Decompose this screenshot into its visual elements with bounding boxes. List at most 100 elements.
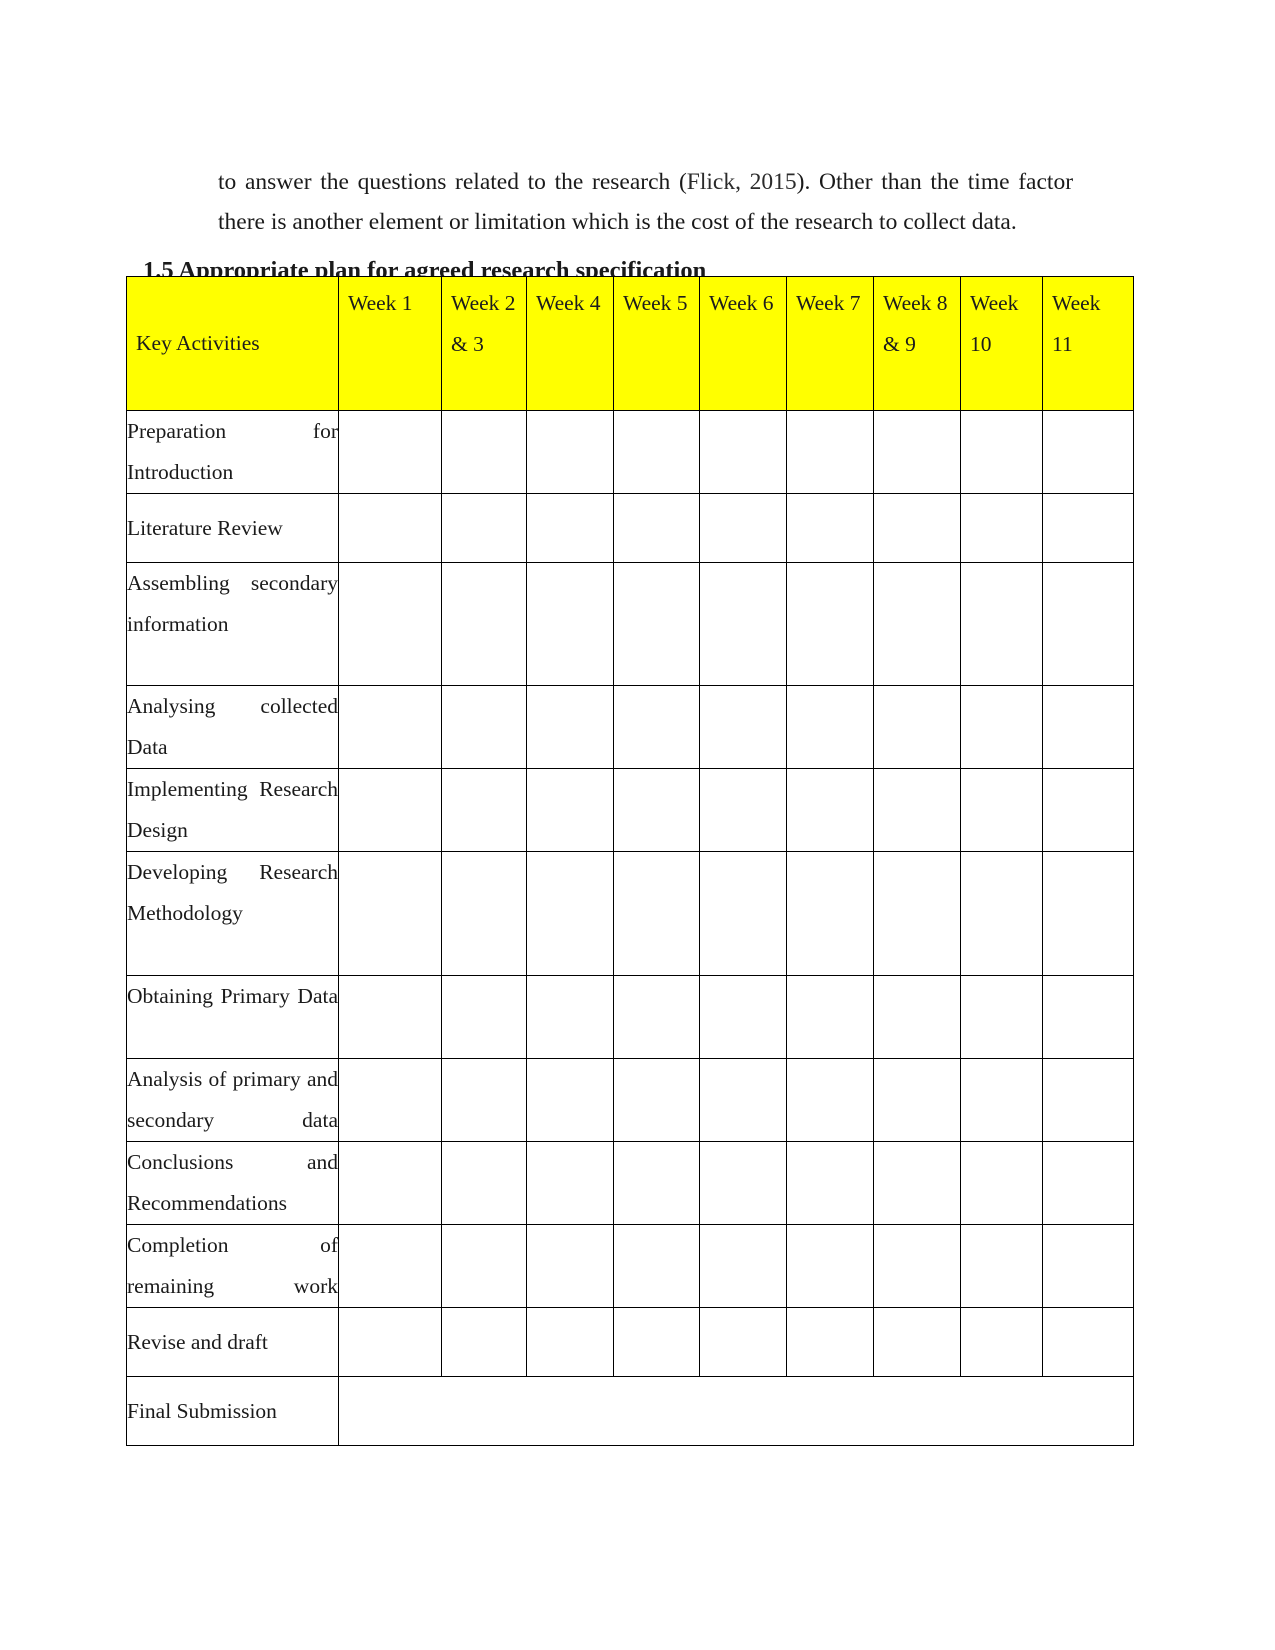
gantt-empty-cell	[786, 685, 874, 769]
gantt-empty-cell	[526, 1058, 614, 1142]
header-label-week-10: Week 10	[970, 291, 1019, 356]
gantt-empty-cell	[699, 1307, 787, 1377]
gantt-empty-cell	[338, 562, 442, 686]
gantt-empty-cell	[613, 1307, 700, 1377]
gantt-empty-cell	[960, 768, 1043, 852]
activity-label-cell: Implementing Research Design	[126, 768, 339, 852]
gantt-empty-cell	[699, 410, 787, 494]
gantt-empty-cell	[873, 1141, 961, 1225]
gantt-empty-cell	[786, 562, 874, 686]
activity-label: Completion of remaining work	[127, 1233, 338, 1298]
header-label-week-4: Week 4	[536, 291, 601, 315]
gantt-bar-cell	[338, 410, 442, 494]
gantt-empty-cell	[338, 1058, 442, 1142]
gantt-empty-cell	[338, 1224, 442, 1308]
gantt-empty-cell	[613, 851, 700, 976]
gantt-empty-cell	[960, 851, 1043, 976]
activity-label-cell: Completion of remaining work	[126, 1224, 339, 1308]
activity-label: Conclusions and Recommendations	[127, 1150, 338, 1215]
gantt-empty-cell	[441, 975, 527, 1059]
paragraph-text-before-citation: to answer the questions related to the r…	[218, 168, 687, 195]
gantt-empty-cell	[441, 562, 527, 686]
header-cell-week-5: Week 5	[613, 276, 700, 411]
table-row: Analysis of primary and secondary data	[126, 1058, 1134, 1142]
gantt-bar-cell	[1042, 1224, 1134, 1308]
header-cell-week-4: Week 4	[526, 276, 614, 411]
gantt-empty-cell	[786, 768, 874, 852]
gantt-empty-cell	[613, 493, 700, 563]
header-cell-week-8-9: Week 8 & 9	[873, 276, 961, 411]
activity-label-cell: Assembling secondary information	[126, 562, 339, 686]
activity-label-cell: Final Submission	[126, 1376, 339, 1446]
gantt-empty-cell	[873, 768, 961, 852]
gantt-empty-cell	[526, 1224, 614, 1308]
activity-label-cell: Conclusions and Recommendations	[126, 1141, 339, 1225]
header-cell-week-7: Week 7	[786, 276, 874, 411]
gantt-empty-cell	[338, 1307, 442, 1377]
gantt-empty-cell	[1042, 562, 1134, 686]
gantt-empty-cell	[786, 410, 874, 494]
gantt-bar-cell	[960, 1141, 1043, 1225]
header-label-week-8-9: Week 8 & 9	[883, 291, 948, 356]
table-row: Implementing Research Design	[126, 768, 1134, 852]
gantt-empty-cell	[786, 1307, 874, 1377]
gantt-empty-cell	[613, 768, 700, 852]
gantt-empty-cell	[1042, 493, 1134, 563]
gantt-empty-cell	[960, 685, 1043, 769]
gantt-empty-cell	[441, 1224, 527, 1308]
gantt-empty-cell	[526, 1141, 614, 1225]
gantt-empty-cell	[873, 685, 961, 769]
gantt-empty-cell	[873, 562, 961, 686]
gantt-empty-cell	[441, 685, 527, 769]
gantt-empty-cell	[699, 562, 787, 686]
gantt-empty-cell	[613, 975, 700, 1059]
header-cell-week-11: Week 11	[1042, 276, 1134, 411]
header-label-key-activities: Key Activities	[136, 331, 260, 355]
gantt-empty-cell	[441, 851, 527, 976]
gantt-bar-cell	[699, 768, 787, 852]
gantt-empty-cell	[699, 975, 787, 1059]
gantt-empty-cell	[873, 1307, 961, 1377]
gantt-empty-cell	[786, 493, 874, 563]
gantt-empty-cell	[338, 975, 442, 1059]
gantt-empty-cell	[338, 851, 442, 976]
header-cell-week-1: Week 1	[338, 276, 442, 411]
gantt-empty-cell	[1042, 1141, 1134, 1225]
body-paragraph: to answer the questions related to the r…	[218, 162, 1073, 242]
gantt-empty-cell	[699, 1224, 787, 1308]
activity-label: Revise and draft	[127, 1329, 268, 1354]
activity-label-cell: Obtaining Primary Data	[126, 975, 339, 1059]
gantt-empty-cell	[960, 1224, 1043, 1308]
citation-reference: Flick, 2015	[686, 168, 797, 195]
activity-label: Developing Research Methodology	[127, 860, 338, 925]
gantt-empty-cell	[1042, 851, 1134, 976]
gantt-empty-cell	[960, 1058, 1043, 1142]
gantt-empty-cell	[873, 493, 961, 563]
gantt-empty-cell	[441, 410, 527, 494]
table-row: Assembling secondary information	[126, 562, 1134, 686]
gantt-empty-cell	[786, 1058, 874, 1142]
gantt-empty-cell	[613, 1141, 700, 1225]
gantt-bar-cell	[613, 685, 700, 769]
gantt-chart-table-wrapper: Key Activities Week 1 Week 2 & 3 Week 4 …	[126, 276, 1134, 1446]
gantt-empty-cell	[960, 562, 1043, 686]
gantt-empty-cell	[699, 1058, 787, 1142]
table-row: Conclusions and Recommendations	[126, 1141, 1134, 1225]
activity-label: Implementing Research Design	[127, 777, 338, 842]
research-plan-gantt-table: Key Activities Week 1 Week 2 & 3 Week 4 …	[126, 276, 1134, 1446]
table-row: Revise and draft	[126, 1307, 1134, 1377]
activity-label: Final Submission	[127, 1398, 277, 1423]
document-page: to answer the questions related to the r…	[0, 0, 1275, 1650]
activity-label-cell: Analysis of primary and secondary data	[126, 1058, 339, 1142]
gantt-empty-cell	[526, 685, 614, 769]
activity-label: Preparation for Introduction	[127, 419, 338, 484]
gantt-empty-cell	[1042, 1058, 1134, 1142]
activity-label: Analysing collected Data	[127, 694, 338, 759]
table-row: Literature Review	[126, 493, 1134, 563]
gantt-bar-cell	[1042, 1307, 1134, 1377]
gantt-empty-cell-merged	[338, 1376, 1134, 1446]
table-row: Completion of remaining work	[126, 1224, 1134, 1308]
gantt-empty-cell	[526, 410, 614, 494]
header-label-week-6: Week 6	[709, 291, 774, 315]
gantt-empty-cell	[441, 1307, 527, 1377]
